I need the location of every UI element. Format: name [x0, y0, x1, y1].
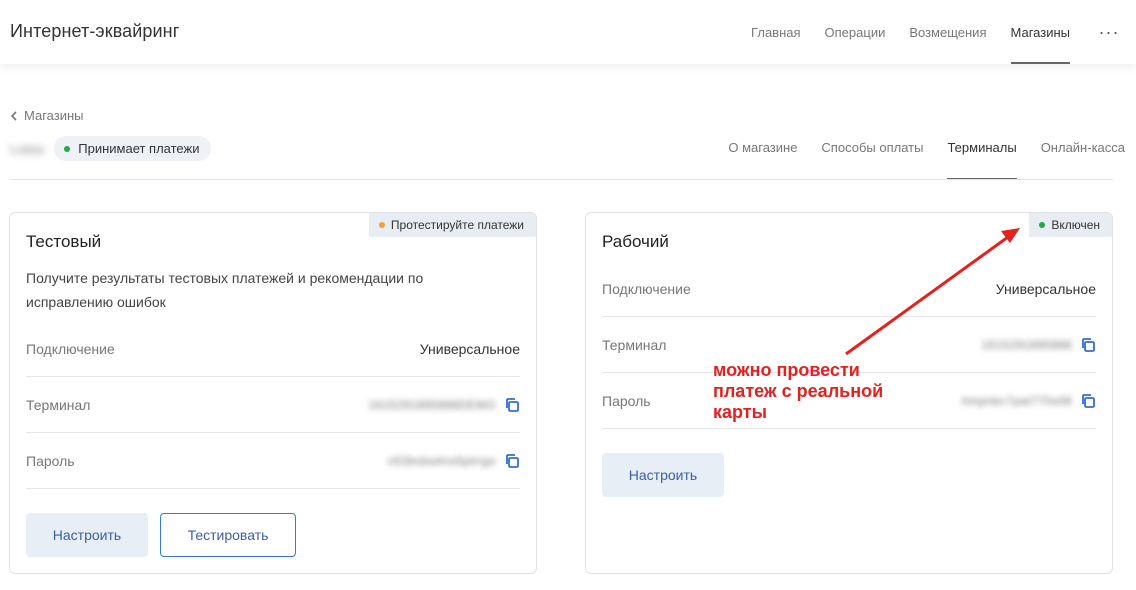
top-bar: Интернет-эквайринг Главная Операции Возм…: [0, 0, 1136, 64]
app-title: Интернет-эквайринг: [10, 21, 180, 41]
nav-item-shops[interactable]: Магазины: [999, 0, 1083, 64]
shop-status-badge: Принимает платежи: [54, 136, 212, 161]
chevron-left-icon: [10, 110, 17, 121]
annotation-line: платеж с реальной: [713, 381, 884, 401]
live-configure-button[interactable]: Настроить: [602, 453, 724, 497]
connection-value: Универсальное: [419, 340, 520, 357]
terminal-label: Терминал: [602, 336, 667, 353]
nav-item-refunds[interactable]: Возмещения: [897, 0, 998, 64]
password-value: n53bsba4nx5ptrrgo: [387, 453, 496, 468]
shop-status-label: Принимает платежи: [78, 141, 200, 156]
tab-terminals[interactable]: Терминалы: [947, 127, 1017, 180]
tab-about[interactable]: О магазине: [728, 127, 797, 180]
test-card-title: Тестовый: [26, 232, 102, 251]
shop-tabs: О магазине Способы оплаты Терминалы Онла…: [728, 127, 1125, 180]
tabs-divider: [10, 179, 1113, 180]
live-card-title: Рабочий: [602, 232, 669, 251]
live-badge-label: Включен: [1051, 218, 1100, 232]
connection-row: Подключение Универсальное: [26, 321, 520, 377]
password-label: Пароль: [26, 452, 75, 469]
main-nav: Главная Операции Возмещения Магазины ···: [739, 0, 1136, 64]
nav-item-home[interactable]: Главная: [739, 0, 812, 64]
copy-icon[interactable]: [504, 397, 520, 413]
connection-row: Подключение Универсальное: [602, 261, 1096, 317]
password-value: hmpnbc7pat770s08: [961, 393, 1072, 408]
copy-icon[interactable]: [1080, 337, 1096, 353]
annotation-line: карты: [713, 402, 767, 422]
more-icon[interactable]: ···: [1082, 0, 1136, 64]
back-link[interactable]: Магазины: [10, 108, 84, 123]
test-terminal-card: Протестируйте платежи Тестовый Получите …: [9, 212, 537, 574]
tab-payment-methods[interactable]: Способы оплаты: [821, 127, 923, 180]
annotation-text: можно провести платеж с реальной карты: [713, 360, 883, 423]
terminal-row: Терминал 1615291895888DEMO: [26, 377, 520, 433]
connection-value: Универсальное: [995, 280, 1096, 297]
copy-icon[interactable]: [1080, 393, 1096, 409]
nav-item-operations[interactable]: Операции: [813, 0, 898, 64]
back-link-label: Магазины: [24, 108, 84, 123]
terminal-value: 1615291895888DEMO: [368, 397, 496, 412]
test-card-description: Получите результаты тестовых платежей и …: [26, 270, 424, 310]
terminal-value: 1615291895888: [981, 337, 1072, 352]
connection-label: Подключение: [26, 340, 115, 357]
annotation-line: можно провести: [713, 360, 860, 380]
status-dot-icon: [1039, 222, 1046, 228]
status-dot-icon: [64, 145, 71, 152]
test-badge-label: Протестируйте платежи: [390, 218, 524, 232]
tab-online-cashbox[interactable]: Онлайн-касса: [1041, 127, 1125, 180]
connection-label: Подключение: [602, 280, 691, 297]
password-row: Пароль n53bsba4nx5ptrrgo: [26, 433, 520, 489]
test-terminal-details: Подключение Универсальное Терминал 16152…: [26, 321, 520, 489]
live-status-badge: Включен: [1029, 213, 1112, 237]
status-dot-icon: [378, 222, 385, 228]
copy-icon[interactable]: [504, 453, 520, 469]
shop-name: Lotos: [10, 140, 45, 157]
shop-header: Lotos Принимает платежи: [10, 136, 212, 161]
test-configure-button[interactable]: Настроить: [26, 513, 148, 557]
test-run-button[interactable]: Тестировать: [160, 513, 296, 557]
terminal-label: Терминал: [26, 396, 91, 413]
password-label: Пароль: [602, 392, 651, 409]
test-status-badge: Протестируйте платежи: [368, 213, 536, 237]
